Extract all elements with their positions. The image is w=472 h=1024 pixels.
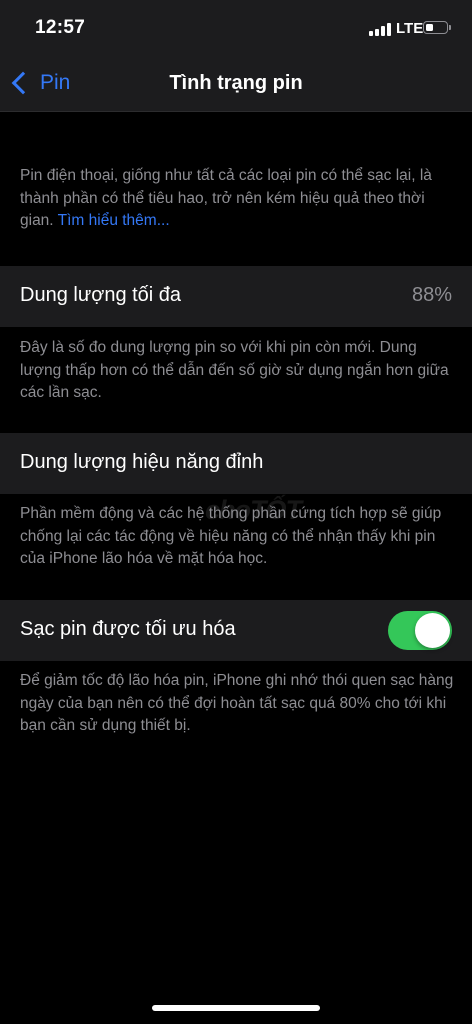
optimized-charging-footnote: Để giảm tốc độ lão hóa pin, iPhone ghi n… [20,672,454,734]
navigation-bar: Pin Tình trạng pin [0,56,472,112]
optimized-charging-row: Sạc pin được tối ưu hóa [0,600,472,661]
toggle-knob [415,613,450,648]
battery-cap [449,25,451,30]
optimized-charging-label: Sạc pin được tối ưu hóa [20,618,236,640]
optimized-charging-toggle[interactable] [388,611,452,650]
max-capacity-label: Dung lượng tối đa [20,284,182,306]
peak-performance-row: Dung lượng hiệu năng đỉnh [0,433,472,494]
intro-text: Pin điện thoại, giống như tất cả các loạ… [20,165,450,233]
battery-level-fill [425,23,433,31]
peak-performance-footnote: Phần mềm động và các hệ thống phần cứng … [20,505,442,567]
learn-more-link[interactable]: Tìm hiểu thêm... [58,212,170,229]
max-capacity-value: 88% [411,284,452,306]
page-title: Tình trạng pin [169,72,303,94]
battery-icon [423,21,448,34]
max-capacity-footnote: Đây là số đo dung lượng pin so với khi p… [20,339,449,401]
status-time: 12:57 [35,17,86,38]
status-bar: 12:57 LTE [0,0,472,56]
cellular-signal-icon [369,22,393,36]
peak-performance-label: Dung lượng hiệu năng đỉnh [20,451,264,473]
max-capacity-row: Dung lượng tối đa 88% [0,266,472,327]
network-type: LTE [396,20,424,37]
home-indicator[interactable] [152,1005,320,1011]
